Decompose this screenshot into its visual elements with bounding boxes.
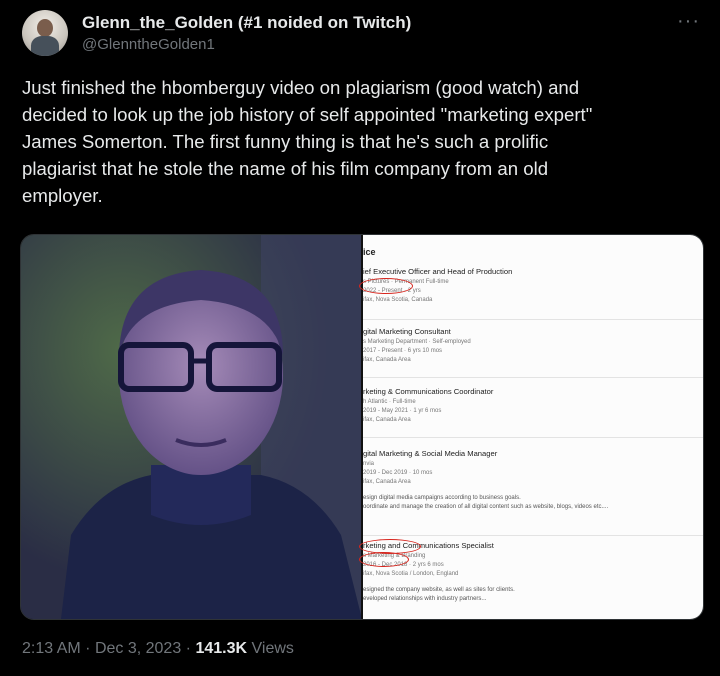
resume-entry-title: gital Marketing & Social Media Manager: [363, 449, 498, 458]
resume-entry-title: gital Marketing Consultant: [363, 327, 451, 336]
resume-entry: gital Marketing Consultant s Marketing D…: [363, 327, 703, 378]
tweet-date[interactable]: Dec 3, 2023: [95, 640, 181, 657]
resume-entry-title: ief Executive Officer and Head of Produc…: [363, 267, 513, 276]
meta-separator: ·: [185, 640, 191, 657]
resume-entry-location: ifax, Canada Area: [363, 357, 411, 363]
resume-entry-company: s Marketing & Branding: [363, 553, 426, 559]
tweet-meta: 2:13 AM · Dec 3, 2023 · 141.3K Views: [22, 640, 294, 658]
resume-screenshot[interactable]: ice ief Executive Officer and Head of Pr…: [359, 235, 703, 619]
resume-entry-location: ifax, Canada Area: [363, 479, 411, 485]
resume-entry-company: s Marketing Department · Self-employed: [363, 339, 471, 345]
resume-entry-description: esigned the company website, as well as …: [363, 587, 515, 593]
avatar-body-shape: [31, 36, 59, 56]
resume-entry-company: s Pictures · Permanent Full-time: [363, 279, 449, 285]
tweet-media[interactable]: ice ief Executive Officer and Head of Pr…: [20, 234, 704, 620]
resume-entry: gital Marketing & Social Media Manager n…: [363, 449, 703, 536]
resume-entry: rketing & Communications Coordinator h A…: [363, 387, 703, 438]
avatar-head-shape: [37, 19, 53, 37]
meta-separator: ·: [85, 640, 91, 657]
resume-entry-company: h Atlantic · Full-time: [363, 399, 416, 405]
views-label: Views: [251, 640, 294, 657]
red-annotation-circle: [359, 552, 409, 567]
resume-entry-location: ifax, Nova Scotia / London, England: [363, 571, 459, 577]
avatar[interactable]: [22, 10, 68, 56]
resume-entry-title: rketing & Communications Coordinator: [363, 387, 494, 396]
user-handle[interactable]: @GlenntheGolden1: [82, 36, 215, 53]
resume-entry-dates: 2016 - Dec 2018 · 2 yrs 6 mos: [363, 562, 444, 568]
red-annotation-circle: [359, 278, 413, 294]
display-name[interactable]: Glenn_the_Golden (#1 noided on Twitch): [82, 13, 411, 33]
resume-heading: ice: [363, 247, 376, 257]
resume-entry-dates: 2017 - Present · 6 yrs 10 mos: [363, 348, 443, 354]
tweet-header: Glenn_the_Golden (#1 noided on Twitch) @…: [22, 10, 700, 60]
resume-entry-description: oordinate and manage the creation of all…: [363, 504, 609, 510]
portrait-illustration: [21, 235, 362, 619]
resume-entry-description: esign digital media campaigns according …: [363, 495, 521, 501]
resume-entry: rketing and Communications Specialist s …: [363, 541, 703, 619]
resume-entry-dates: 2019 - Dec 2019 · 10 mos: [363, 470, 433, 476]
resume-entry-location: ifax, Canada Area: [363, 417, 411, 423]
resume-entry-company: nvia: [363, 461, 375, 467]
tweet-time[interactable]: 2:13 AM: [22, 640, 81, 657]
portrait-photo[interactable]: [21, 235, 362, 619]
views-count[interactable]: 141.3K: [195, 640, 247, 657]
resume-entry-dates: 2022 - Present · 2 yrs: [363, 288, 421, 294]
resume-entry: ief Executive Officer and Head of Produc…: [363, 267, 703, 320]
resume-entry-description: eveloped relationships with industry par…: [363, 596, 487, 602]
tweet-text: Just finished the hbomberguy video on pl…: [22, 77, 593, 206]
more-options-icon[interactable]: ···: [677, 10, 700, 33]
resume-entry-dates: 2019 - May 2021 · 1 yr 6 mos: [363, 408, 442, 414]
resume-entry-location: ifax, Nova Scotia, Canada: [363, 297, 433, 303]
